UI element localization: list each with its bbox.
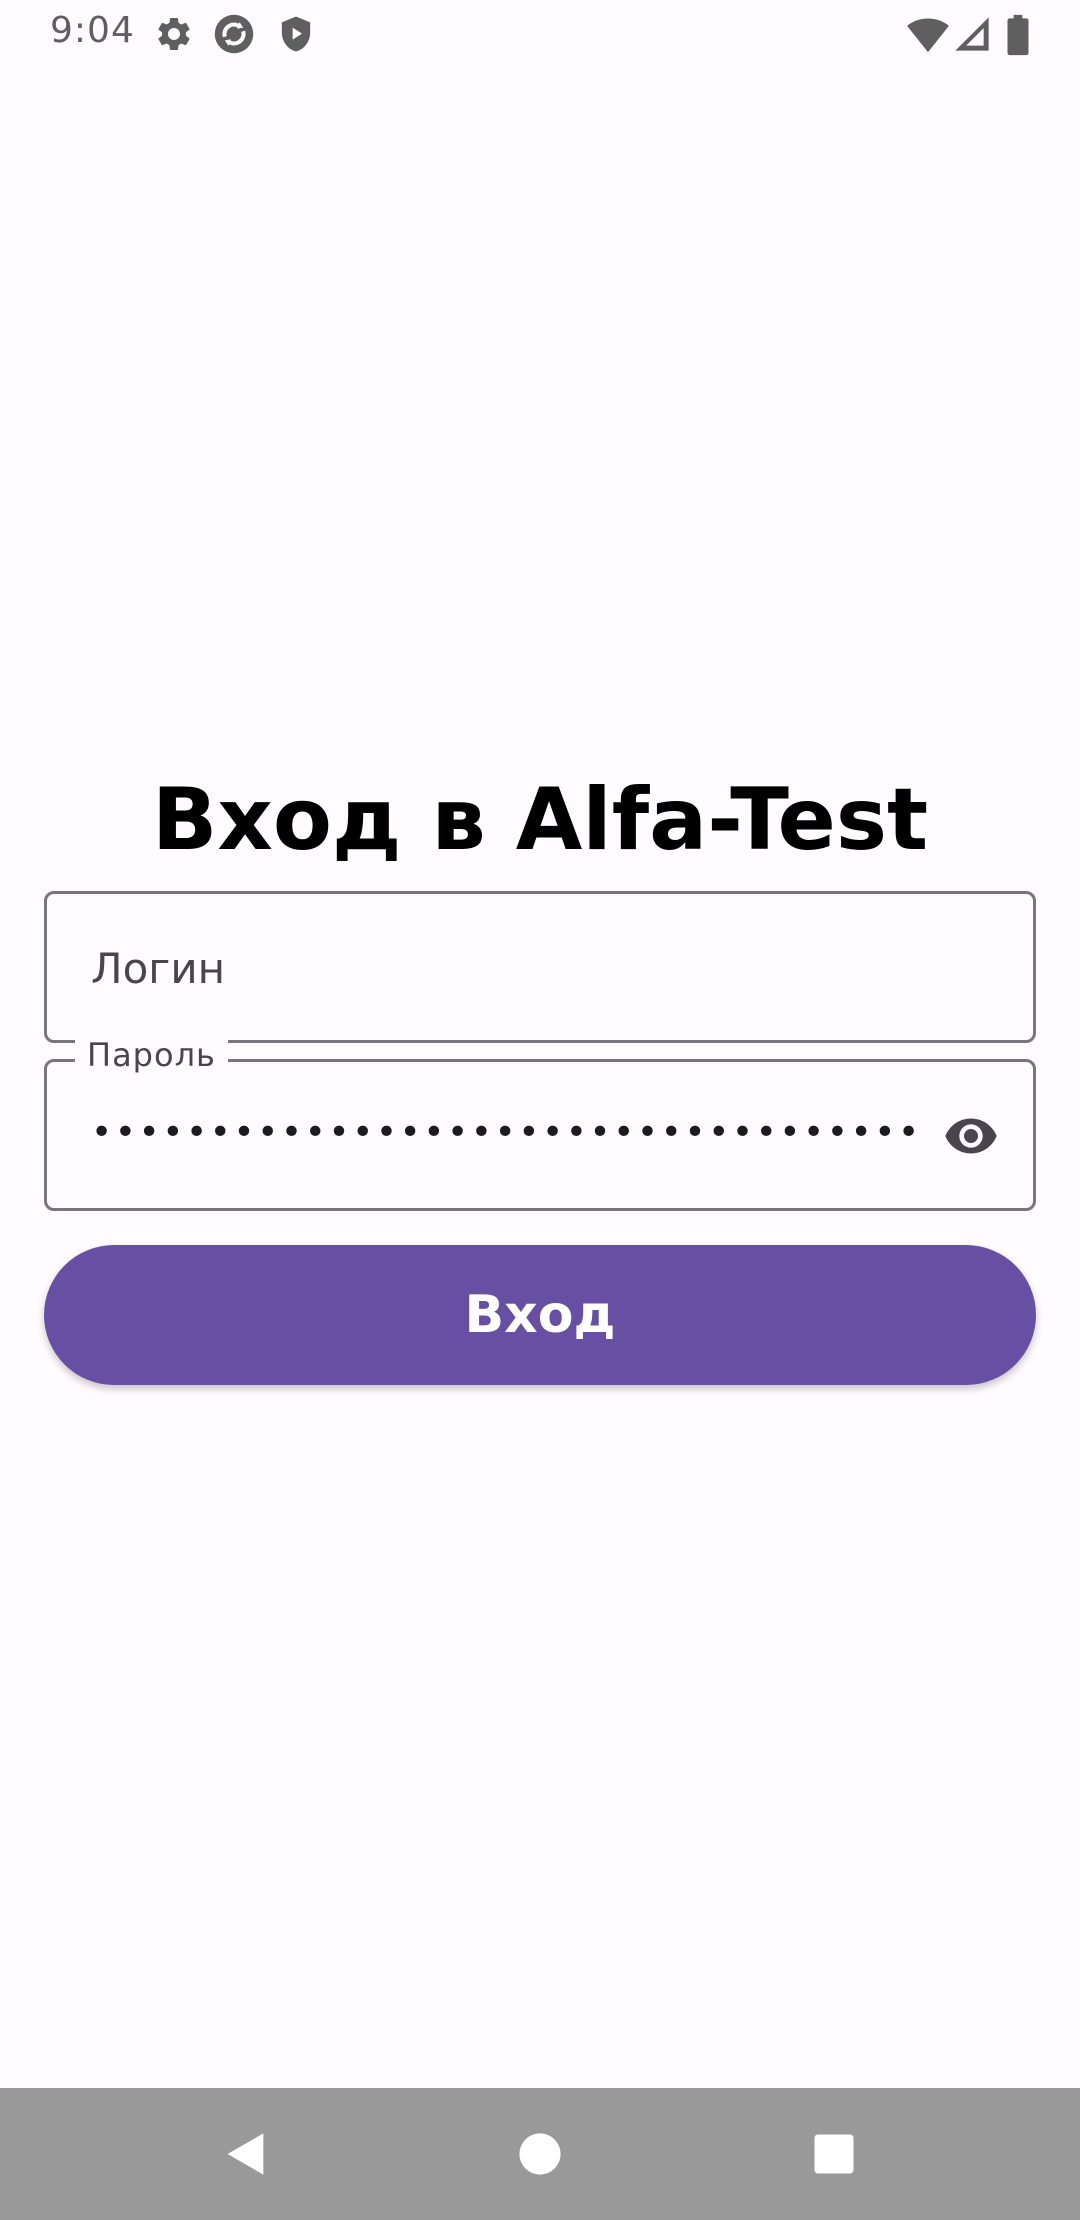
battery-icon [1004, 14, 1032, 56]
home-icon[interactable] [514, 2128, 566, 2180]
signal-icon [952, 14, 992, 54]
status-bar: 9:04 [0, 0, 1080, 66]
password-value: ••••••••••••••••••••••••••••••••••••••••… [91, 1112, 921, 1153]
wifi-icon [906, 14, 950, 54]
login-field[interactable]: Логин [44, 891, 1036, 1043]
password-field[interactable]: Пароль •••••••••••••••••••••••••••••••••… [44, 1036, 1036, 1211]
status-time: 9:04 [50, 10, 135, 51]
nav-bar [0, 2088, 1080, 2220]
password-label: Пароль [75, 1036, 228, 1074]
eye-icon[interactable] [939, 1108, 1003, 1164]
sync-icon [212, 12, 256, 56]
login-button[interactable]: Вход [44, 1245, 1036, 1385]
settings-icon [154, 14, 194, 54]
shield-play-icon [276, 14, 316, 54]
recents-icon[interactable] [808, 2128, 860, 2180]
back-icon[interactable] [220, 2128, 272, 2180]
page-title: Вход в Alfa-Test [151, 770, 929, 870]
login-placeholder: Логин [91, 944, 226, 993]
